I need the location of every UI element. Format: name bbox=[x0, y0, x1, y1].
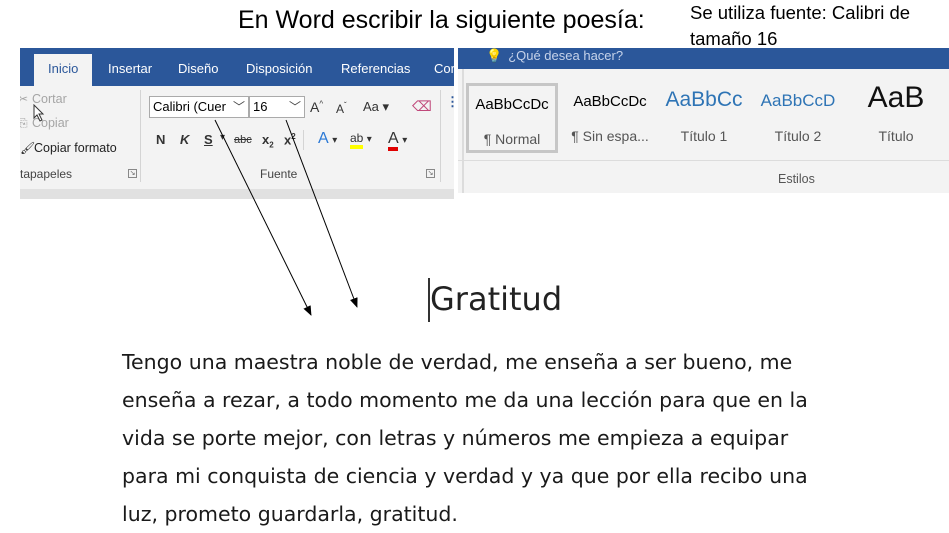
poem-body: Tengo una maestra noble de verdad, me en… bbox=[122, 343, 874, 533]
arrow-font-size bbox=[285, 119, 358, 308]
poem-line: enseña a rezar, a todo momento me da una… bbox=[122, 388, 808, 412]
poem-title: Gratitud bbox=[430, 280, 563, 318]
poem-line: para mi conquista de ciencia y verdad y … bbox=[122, 464, 808, 488]
poem-line: luz, prometo guardarla, gratitud. bbox=[122, 502, 458, 526]
poem-line: vida se porte mejor, con letras y número… bbox=[122, 426, 789, 450]
poem-line: Tengo una maestra noble de verdad, me en… bbox=[122, 350, 793, 374]
